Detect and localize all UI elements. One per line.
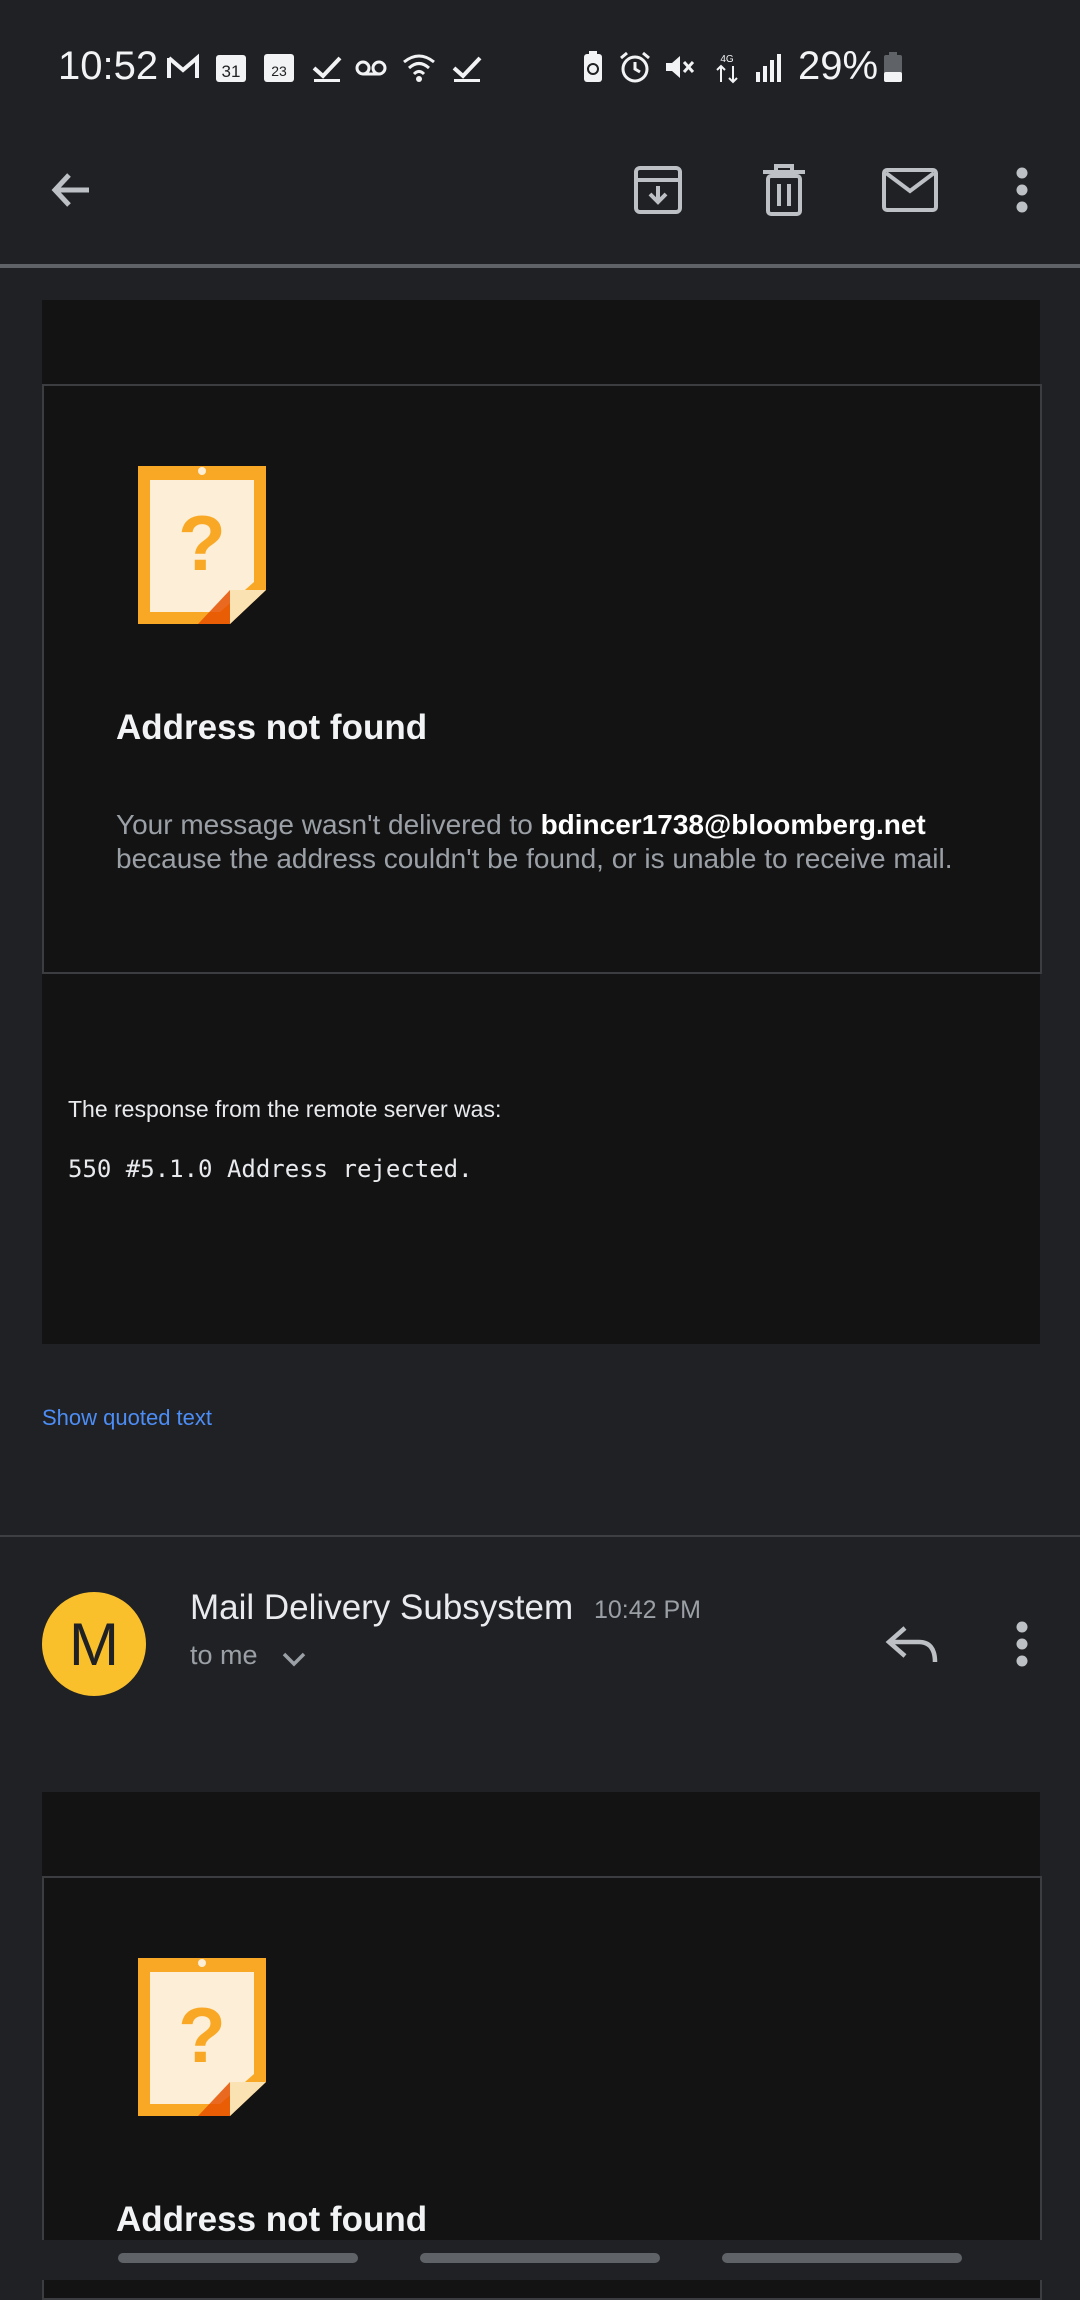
more-vert-icon bbox=[1016, 167, 1028, 213]
reply-button[interactable] bbox=[872, 1604, 952, 1684]
more-options-button[interactable] bbox=[982, 150, 1062, 230]
battery-icon bbox=[884, 52, 902, 82]
message-time: 10:42 PM bbox=[594, 1596, 702, 1624]
toolbar bbox=[0, 140, 1080, 264]
bounce-title: Address not found bbox=[116, 2200, 428, 2239]
delete-button[interactable] bbox=[744, 150, 824, 230]
bounce-title: Address not found bbox=[116, 708, 428, 747]
remote-server-intro: The response from the remote server was: bbox=[68, 1096, 502, 1122]
voicemail-icon bbox=[355, 60, 387, 76]
more-vert-icon bbox=[1016, 1621, 1028, 1667]
calendar-day-icon: 23 bbox=[264, 54, 294, 82]
svg-text:31: 31 bbox=[222, 62, 241, 81]
check-icon bbox=[312, 56, 342, 82]
nav-pill-center[interactable] bbox=[420, 2253, 660, 2263]
message-more-button[interactable] bbox=[982, 1604, 1062, 1684]
calendar-icon: 31 bbox=[216, 55, 246, 82]
check-icon bbox=[452, 56, 482, 82]
mark-unread-button[interactable] bbox=[870, 150, 950, 230]
recipient-label: to me bbox=[190, 1640, 258, 1670]
alarm-icon bbox=[620, 51, 650, 83]
status-time: 10:52 bbox=[58, 44, 159, 88]
archive-button[interactable] bbox=[618, 150, 698, 230]
svg-text:4G: 4G bbox=[720, 54, 734, 65]
mute-icon bbox=[666, 56, 695, 78]
svg-text:23: 23 bbox=[271, 63, 287, 79]
avatar[interactable]: M bbox=[42, 1592, 146, 1696]
battery-percent: 29% bbox=[798, 44, 879, 88]
delete-icon bbox=[763, 164, 805, 216]
signal-icon bbox=[756, 54, 781, 82]
sender-name: Mail Delivery Subsystem bbox=[190, 1588, 574, 1627]
archive-icon bbox=[634, 166, 682, 214]
back-button[interactable] bbox=[32, 150, 112, 230]
nav-pill-right[interactable] bbox=[722, 2253, 962, 2263]
failed-address: bdincer1738@bloomberg.net bbox=[540, 809, 926, 840]
back-arrow-icon bbox=[51, 173, 89, 207]
nav-pill-left[interactable] bbox=[118, 2253, 358, 2263]
bounce-description: Your message wasn't delivered to bdincer… bbox=[116, 809, 953, 874]
status-bar: 10:52 31 23 4G 29% bbox=[0, 0, 1080, 140]
reply-icon bbox=[885, 1626, 938, 1663]
gmail-icon bbox=[167, 53, 199, 78]
toolbar-divider bbox=[0, 264, 1080, 268]
data-icon: 4G bbox=[716, 54, 738, 84]
wifi-icon bbox=[403, 54, 435, 82]
recipient-toggle[interactable]: to me bbox=[190, 1640, 307, 1671]
message-divider bbox=[0, 1535, 1080, 1537]
mark-unread-icon bbox=[882, 168, 938, 212]
warning-note-icon: ? bbox=[138, 466, 266, 624]
remote-server-response: 550 #5.1.0 Address rejected. bbox=[68, 1155, 473, 1183]
warning-note-icon: ? bbox=[138, 1958, 266, 2116]
battery-saver-icon bbox=[584, 51, 602, 82]
svg-text:?: ? bbox=[178, 1991, 226, 2079]
chevron-down-icon bbox=[282, 1652, 306, 1667]
svg-text:?: ? bbox=[178, 499, 226, 587]
show-quoted-text-link[interactable]: Show quoted text bbox=[42, 1405, 212, 1431]
